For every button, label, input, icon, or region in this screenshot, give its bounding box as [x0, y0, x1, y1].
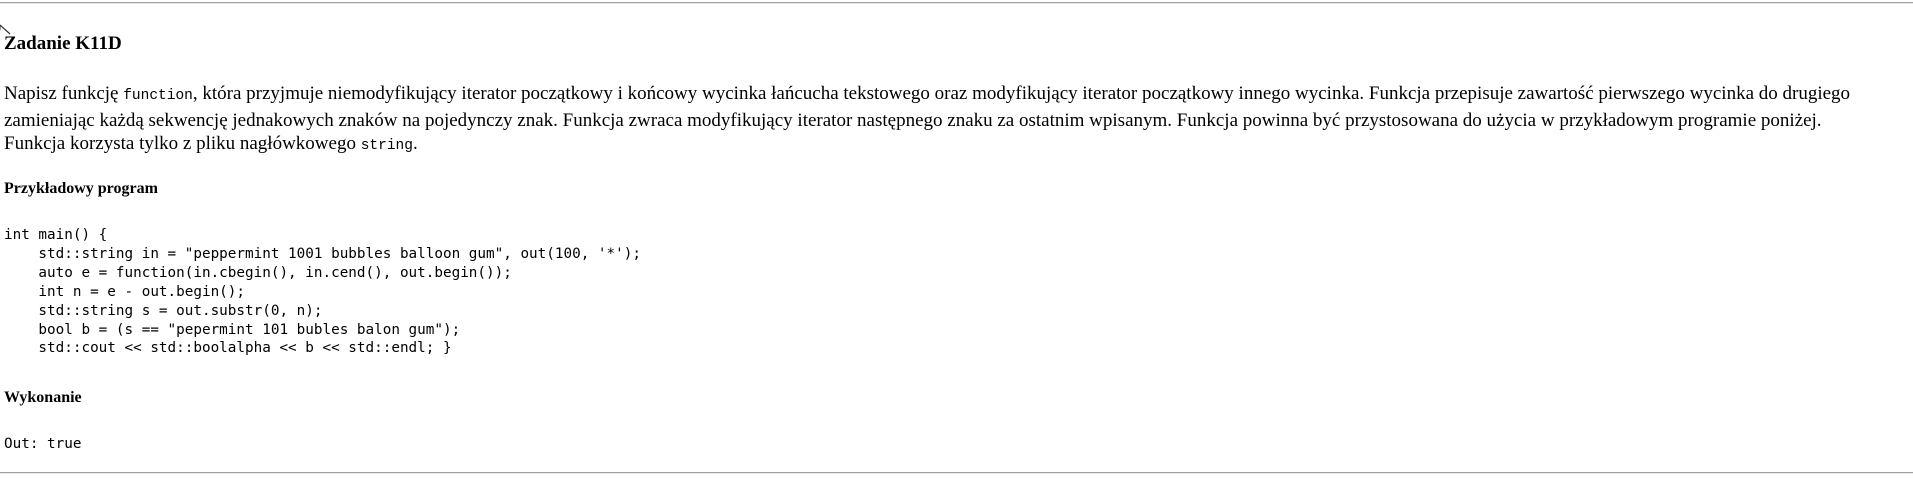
bottom-divider: [0, 472, 1913, 474]
task-title: Zadanie K11D: [4, 33, 122, 54]
description-text-1: Napisz funkcję: [4, 83, 124, 104]
header-name-code: string: [360, 138, 413, 154]
description-text-3: .: [412, 133, 418, 154]
example-program-heading: Przykładowy program: [4, 180, 158, 197]
example-program-code: int main() { std::string in = "peppermin…: [4, 227, 641, 357]
top-divider: [0, 2, 1913, 4]
execution-heading: Wykonanie: [4, 389, 82, 406]
task-description: Napisz funkcję function, która przyjmuje…: [4, 82, 1864, 159]
execution-output: Out: true: [4, 436, 82, 452]
function-name-code: function: [123, 88, 193, 104]
description-text-2: , która przyjmuje niemodyfikujący iterat…: [4, 83, 1851, 154]
